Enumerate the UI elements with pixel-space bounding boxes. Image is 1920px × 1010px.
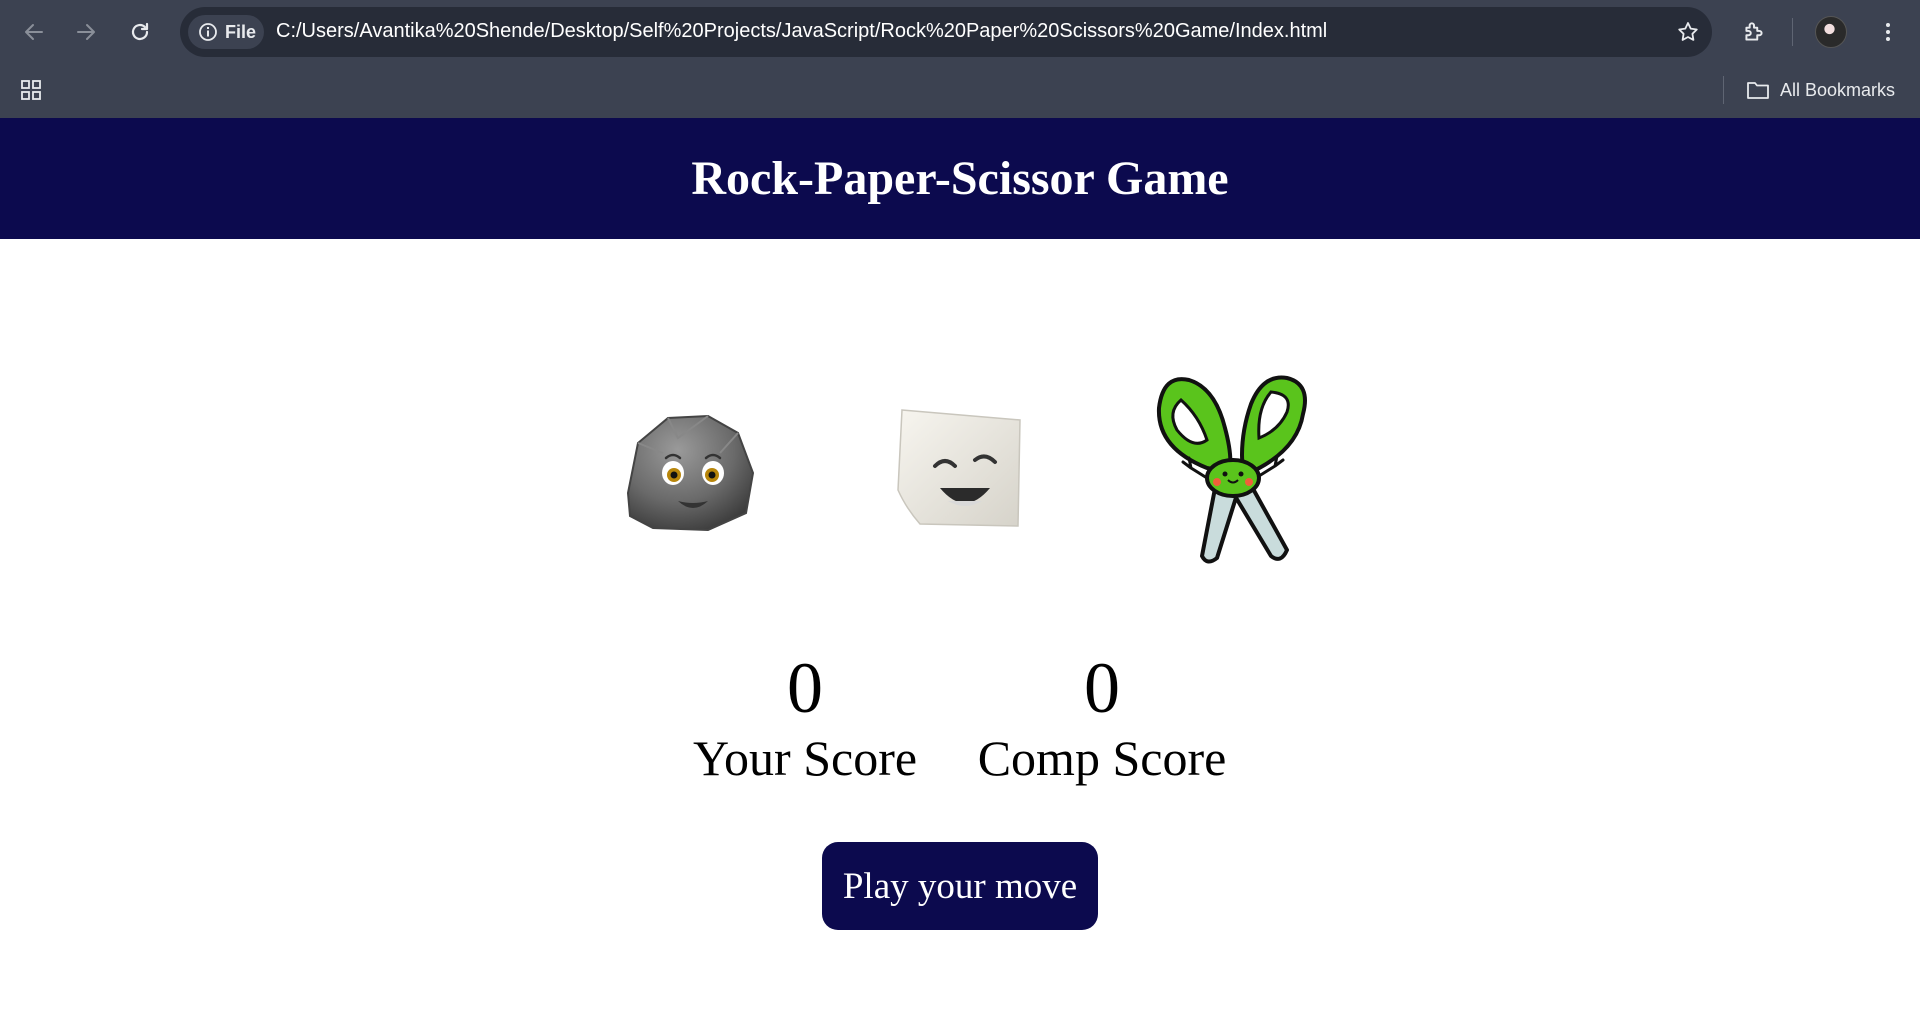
user-score-box: 0 Your Score xyxy=(693,648,917,788)
browser-menu-button[interactable] xyxy=(1870,14,1906,50)
info-icon xyxy=(199,23,217,41)
kebab-menu-icon xyxy=(1886,23,1890,41)
choice-rock[interactable] xyxy=(588,368,788,568)
all-bookmarks-button[interactable]: All Bookmarks xyxy=(1746,74,1895,106)
bookmark-star-button[interactable] xyxy=(1672,16,1704,48)
paper-face-icon xyxy=(897,409,1021,527)
url-text[interactable]: C:/Users/Avantika%20Shende/Desktop/Self%… xyxy=(276,20,1327,43)
page-title: Rock-Paper-Scissor Game xyxy=(691,152,1229,205)
score-board: 0 Your Score 0 Comp Score xyxy=(0,648,1920,788)
site-chip-label: File xyxy=(225,21,257,42)
page-header: Rock-Paper-Scissor Game xyxy=(0,118,1920,239)
reload-icon xyxy=(131,22,149,41)
browser-chrome: File C:/Users/Avantika%20Shende/Desktop/… xyxy=(0,0,1920,118)
comp-score-value: 0 xyxy=(1084,648,1120,728)
all-bookmarks-label: All Bookmarks xyxy=(1780,79,1896,100)
game-page: Rock-Paper-Scissor Game 0 Your Score 0 C… xyxy=(0,118,1920,1010)
apps-button[interactable] xyxy=(16,75,46,105)
arrow-right-icon xyxy=(77,24,95,40)
toolbar-divider xyxy=(1792,18,1793,46)
apps-grid-icon xyxy=(21,80,41,100)
user-score-value: 0 xyxy=(787,648,823,728)
folder-icon xyxy=(1747,82,1769,99)
address-bar[interactable]: File C:/Users/Avantika%20Shende/Desktop/… xyxy=(180,7,1712,57)
browser-toolbar: File C:/Users/Avantika%20Shende/Desktop/… xyxy=(0,0,1920,64)
comp-score-box: 0 Comp Score xyxy=(978,648,1227,788)
forward-button[interactable] xyxy=(68,14,104,50)
site-info-chip[interactable]: File xyxy=(188,15,264,49)
message-button[interactable]: Play your move xyxy=(822,842,1098,930)
puzzle-icon xyxy=(1745,22,1763,41)
bookmarks-divider xyxy=(1723,76,1724,104)
choices-row xyxy=(0,368,1920,568)
back-button[interactable] xyxy=(16,14,52,50)
reload-button[interactable] xyxy=(122,14,158,50)
bookmarks-bar: All Bookmarks xyxy=(0,64,1920,118)
comp-score-label: Comp Score xyxy=(977,730,1227,786)
extensions-button[interactable] xyxy=(1736,14,1772,50)
rock-face-icon xyxy=(626,414,755,532)
scissors-face-icon xyxy=(1156,375,1307,564)
user-score-label: Your Score xyxy=(692,730,918,786)
choice-paper[interactable] xyxy=(860,368,1060,568)
choice-scissors[interactable] xyxy=(1132,368,1332,568)
arrow-left-icon xyxy=(25,24,43,40)
profile-avatar[interactable] xyxy=(1815,16,1847,48)
star-icon xyxy=(1678,22,1698,41)
